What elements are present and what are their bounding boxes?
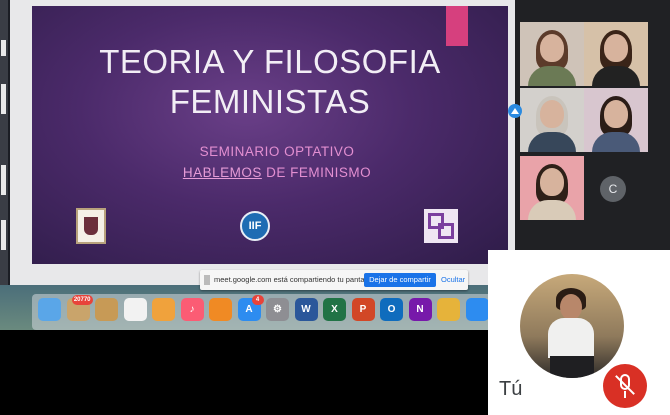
slide-title: TEORIA Y FILOSOFIA FEMINISTAS [32,42,508,122]
self-view-panel: Tú [488,250,670,415]
shared-screen: TEORIA Y FILOSOFIA FEMINISTAS SEMINARIO … [0,0,515,330]
participant-tile-2[interactable] [584,22,648,86]
dock-badge: 4 [251,295,264,305]
music-icon[interactable]: ♪ [180,298,204,321]
finder-icon[interactable] [38,298,61,321]
slide-title-line2: FEMINISTAS [169,83,371,120]
participant-avatar[interactable]: C [600,176,626,202]
notes-icon[interactable] [95,298,118,321]
mic-muted-button[interactable] [603,364,647,408]
contacts-icon[interactable]: 20770 [66,295,93,321]
settings-icon[interactable]: ⚙ [266,298,289,321]
self-name-label: Tú [499,378,523,400]
onenote-icon[interactable]: N [408,298,432,321]
photos-icon[interactable] [152,298,175,321]
slide-subtitle-2: HABLEMOS DE FEMINISMO [137,165,417,180]
books-icon[interactable] [209,298,232,321]
powerpoint-icon[interactable]: P [351,298,375,321]
drive-icon[interactable] [508,104,522,118]
participant-tile-1[interactable] [520,22,584,86]
participant-tile-3[interactable] [520,88,584,152]
participant-grid [515,0,670,250]
participant-tile-5[interactable] [520,156,584,220]
dock-badge: 20770 [71,295,93,305]
left-window-strip [0,0,8,290]
app-store-icon[interactable]: A4 [237,295,264,321]
reminders-icon[interactable] [123,298,147,321]
outlook-icon[interactable]: O [380,298,403,321]
stop-sharing-button[interactable]: Dejar de compartir [364,273,436,287]
share-notice-message: meet.google.com está compartiendo tu pan… [214,275,375,284]
university-seal-logo [76,208,106,244]
excel-icon[interactable]: X [323,298,346,321]
iif-logo: IIF [240,211,270,241]
self-avatar [520,274,624,378]
share-notice-handle-icon [204,275,210,285]
slide-subtitle-1: SEMINARIO OPTATIVO [199,144,355,159]
slide-accent-bar [446,6,468,46]
meet-icon[interactable] [465,298,489,321]
participant-tile-4[interactable] [584,88,648,152]
slide: TEORIA Y FILOSOFIA FEMINISTAS SEMINARIO … [32,6,508,264]
slide-title-line1: TEORIA Y FILOSOFIA [99,43,441,80]
hide-notice-link[interactable]: Ocultar [441,275,465,284]
word-icon[interactable]: W [294,298,318,321]
slide-subtitle-rest: DE FEMINISMO [261,165,372,180]
seminar-logo [424,209,458,243]
slide-subtitle-underlined: HABLEMOS [182,165,262,180]
chrome-icon[interactable] [437,298,460,321]
screen-share-notice: meet.google.com está compartiendo tu pan… [200,270,468,290]
